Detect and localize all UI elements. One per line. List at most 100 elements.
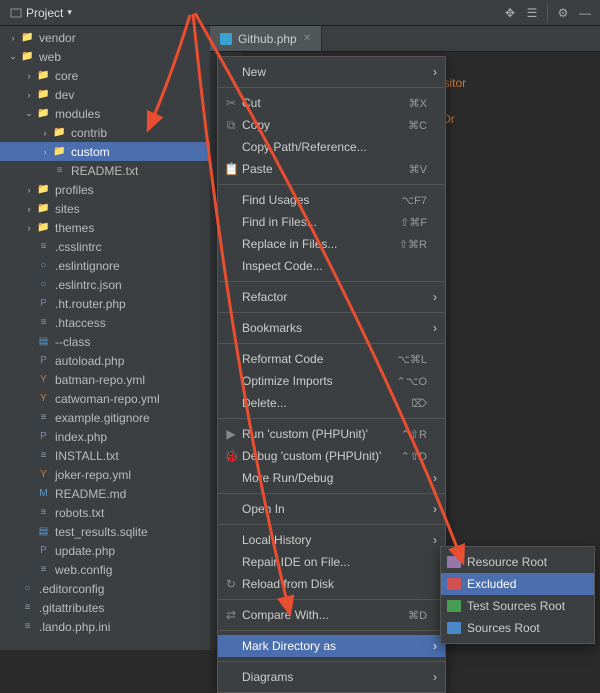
tree-folder[interactable]: ›📁custom: [0, 142, 210, 161]
menu-item[interactable]: New: [218, 61, 445, 83]
settings-gear-icon[interactable]: ⚙: [552, 2, 574, 24]
project-dropdown[interactable]: Project ▾: [4, 6, 78, 20]
menu-separator: [218, 312, 445, 313]
menu-item[interactable]: Optimize Imports⌃⌥O: [218, 370, 445, 392]
tree-file[interactable]: ≡robots.txt: [0, 503, 210, 522]
file-php-icon: P: [36, 543, 51, 558]
menu-shortcut: ⌃⌥O: [397, 375, 427, 388]
tree-folder[interactable]: ›📁profiles: [0, 180, 210, 199]
close-tab-icon[interactable]: ✕: [303, 33, 311, 44]
menu-item[interactable]: Delete...⌦: [218, 392, 445, 414]
menu-item[interactable]: Open In: [218, 498, 445, 520]
tree-item-label: themes: [55, 221, 94, 235]
tree-item-label: .lando.php.ini: [39, 620, 110, 634]
tree-folder[interactable]: ›📁themes: [0, 218, 210, 237]
menu-item[interactable]: More Run/Debug: [218, 467, 445, 489]
editor-tab[interactable]: Github.php ✕: [210, 26, 322, 51]
menu-item[interactable]: 📋Paste⌘V: [218, 158, 445, 180]
menu-separator: [218, 343, 445, 344]
tree-file[interactable]: Ybatman-repo.yml: [0, 370, 210, 389]
tree-item-label: index.php: [55, 430, 107, 444]
menu-item-label: Copy Path/Reference...: [242, 140, 367, 154]
tree-file[interactable]: ○.eslintignore: [0, 256, 210, 275]
tree-file[interactable]: ≡INSTALL.txt: [0, 446, 210, 465]
menu-item-label: Delete...: [242, 396, 287, 410]
menu-item-label: Reload from Disk: [242, 577, 334, 591]
tree-folder[interactable]: ›📁sites: [0, 199, 210, 218]
tree-folder[interactable]: ›📁vendor: [0, 28, 210, 47]
tree-file[interactable]: ≡web.config: [0, 560, 210, 579]
menu-shortcut: ⌘C: [408, 119, 427, 132]
tree-file[interactable]: ≡README.txt: [0, 161, 210, 180]
tree-file[interactable]: P.ht.router.php: [0, 294, 210, 313]
tree-item-label: vendor: [39, 31, 76, 45]
tree-chevron-icon: ›: [22, 90, 36, 100]
menu-item[interactable]: ✂Cut⌘X: [218, 92, 445, 114]
folder-color-icon: [447, 578, 461, 590]
menu-item[interactable]: ↻Reload from Disk: [218, 573, 445, 595]
menu-item-icon: ⧉: [224, 118, 238, 133]
menu-item[interactable]: Diagrams: [218, 666, 445, 688]
tree-file[interactable]: ○.eslintrc.json: [0, 275, 210, 294]
menu-item-icon: ⇄: [224, 608, 238, 622]
tree-folder[interactable]: ›📁dev: [0, 85, 210, 104]
menu-item-label: Cut: [242, 96, 261, 110]
hide-icon[interactable]: —: [574, 2, 596, 24]
menu-item-icon: 📋: [224, 162, 238, 176]
menu-item[interactable]: Repair IDE on File...: [218, 551, 445, 573]
tree-file[interactable]: ≡.lando.php.ini: [0, 617, 210, 636]
tree-file[interactable]: Pindex.php: [0, 427, 210, 446]
submenu-item[interactable]: Sources Root: [441, 617, 594, 639]
menu-item[interactable]: Replace in Files...⇧⌘R: [218, 233, 445, 255]
submenu-item[interactable]: Test Sources Root: [441, 595, 594, 617]
chevron-down-icon: ▾: [67, 7, 72, 18]
menu-shortcut: ⌘X: [409, 97, 427, 110]
menu-item[interactable]: Refactor: [218, 286, 445, 308]
submenu-item[interactable]: Resource Root: [441, 551, 594, 573]
tree-file[interactable]: Yjoker-repo.yml: [0, 465, 210, 484]
menu-item[interactable]: Inspect Code...: [218, 255, 445, 277]
menu-item[interactable]: Find in Files...⇧⌘F: [218, 211, 445, 233]
tree-file[interactable]: ≡.csslintrc: [0, 237, 210, 256]
tree-file[interactable]: Pupdate.php: [0, 541, 210, 560]
tree-item-label: example.gitignore: [55, 411, 150, 425]
tree-folder[interactable]: ⌄📁web: [0, 47, 210, 66]
tree-file[interactable]: ≡example.gitignore: [0, 408, 210, 427]
submenu-item-label: Excluded: [467, 577, 516, 591]
select-opened-file-icon[interactable]: ✥: [499, 2, 521, 24]
file-o-icon: ○: [20, 581, 35, 596]
menu-item[interactable]: ⇄Compare With...⌘D: [218, 604, 445, 626]
menu-item[interactable]: ⧉Copy⌘C: [218, 114, 445, 136]
menu-item[interactable]: Local History: [218, 529, 445, 551]
tree-folder[interactable]: ⌄📁modules: [0, 104, 210, 123]
submenu-item-label: Resource Root: [467, 555, 547, 569]
menu-item[interactable]: Copy Path/Reference...: [218, 136, 445, 158]
menu-item[interactable]: Mark Directory as: [218, 635, 445, 657]
menu-item-label: Repair IDE on File...: [242, 555, 350, 569]
context-menu: New✂Cut⌘X⧉Copy⌘CCopy Path/Reference...📋P…: [217, 56, 446, 693]
tree-file[interactable]: Ycatwoman-repo.yml: [0, 389, 210, 408]
tree-folder[interactable]: ›📁core: [0, 66, 210, 85]
tree-file[interactable]: ≡.htaccess: [0, 313, 210, 332]
tree-file[interactable]: ▤--class: [0, 332, 210, 351]
tree-file[interactable]: ≡.gitattributes: [0, 598, 210, 617]
tree-file[interactable]: MREADME.md: [0, 484, 210, 503]
tree-chevron-icon: ›: [38, 128, 52, 138]
tree-item-label: .ht.router.php: [55, 297, 126, 311]
menu-separator: [218, 281, 445, 282]
expand-all-icon[interactable]: ☰: [521, 2, 543, 24]
folder-icon: 📁: [52, 144, 67, 159]
tree-item-label: dev: [55, 88, 74, 102]
tree-chevron-icon: ⌄: [22, 108, 36, 119]
menu-item[interactable]: 🐞Debug 'custom (PHPUnit)'⌃⇧D: [218, 445, 445, 467]
menu-item[interactable]: ▶Run 'custom (PHPUnit)'⌃⇧R: [218, 423, 445, 445]
file-txt-icon: ≡: [36, 505, 51, 520]
menu-item[interactable]: Find Usages⌥F7: [218, 189, 445, 211]
menu-item[interactable]: Reformat Code⌥⌘L: [218, 348, 445, 370]
tree-file[interactable]: ○.editorconfig: [0, 579, 210, 598]
submenu-item[interactable]: Excluded: [441, 573, 594, 595]
tree-file[interactable]: Pautoload.php: [0, 351, 210, 370]
tree-folder[interactable]: ›📁contrib: [0, 123, 210, 142]
menu-item[interactable]: Bookmarks: [218, 317, 445, 339]
tree-file[interactable]: ▤test_results.sqlite: [0, 522, 210, 541]
